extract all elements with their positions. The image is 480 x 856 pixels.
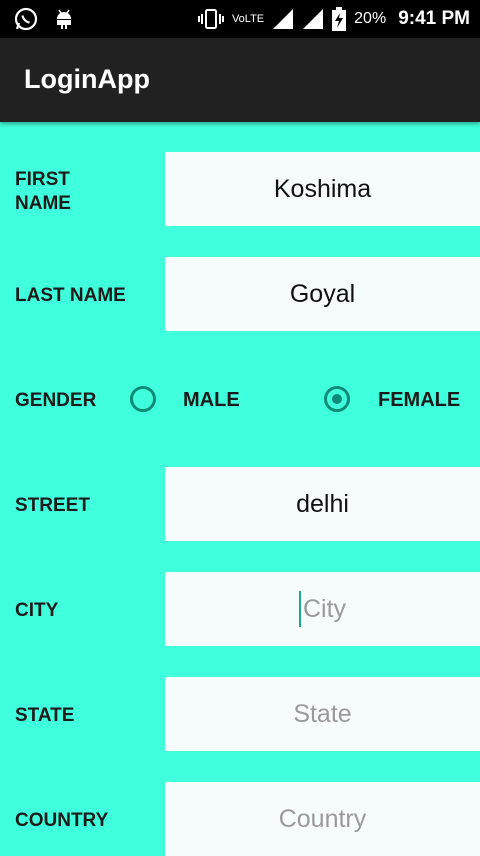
vibrate-icon (197, 9, 224, 29)
app-bar: LoginApp (0, 38, 480, 122)
first-name-field[interactable]: Koshima (165, 152, 480, 226)
battery-percent: 20% (354, 10, 387, 27)
volte-text: VoLTE (231, 13, 265, 25)
country-label: COUNTRY (15, 810, 109, 831)
whatsapp-icon (14, 7, 38, 31)
signal-icon (273, 9, 294, 29)
state-field[interactable]: State (165, 677, 480, 751)
country-field[interactable]: Country (165, 782, 480, 856)
last-name-label: LAST NAME (15, 285, 126, 306)
city-field[interactable]: City (165, 572, 480, 646)
android-icon (57, 9, 71, 29)
text-cursor (298, 591, 301, 627)
first-name-label: FIRST NAME (15, 169, 71, 214)
app-title: LoginApp (24, 64, 150, 94)
city-label: CITY (15, 600, 59, 621)
battery-charging-icon (332, 7, 347, 31)
signal-icon (303, 9, 324, 29)
male-radio[interactable] (130, 386, 156, 412)
street-field[interactable]: delhi (165, 467, 480, 541)
clock: 9:41 PM (398, 8, 470, 29)
male-radio-label[interactable]: MALE (183, 389, 240, 412)
female-radio-label[interactable]: FEMALE (378, 389, 460, 412)
city-placeholder: City (302, 594, 347, 623)
female-radio[interactable] (324, 386, 350, 412)
radio-selected-dot (332, 394, 342, 404)
status-bar: VoLTE 20% 9:41 PM (0, 0, 480, 38)
state-label: STATE (15, 705, 75, 726)
last-name-field[interactable]: Goyal (165, 257, 480, 331)
registration-form: FIRST NAME Koshima LAST NAME Goyal GENDE… (0, 122, 480, 856)
street-label: STREET (15, 495, 90, 516)
gender-label: GENDER (15, 390, 97, 411)
